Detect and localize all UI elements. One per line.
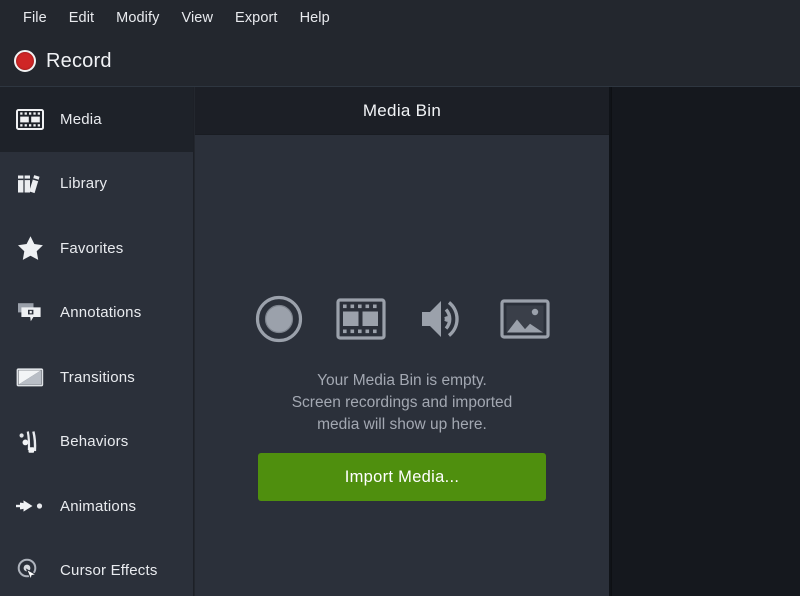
speech-bubble-icon	[14, 298, 46, 328]
sidebar-item-behaviors[interactable]: Behaviors	[0, 410, 193, 475]
sidebar-item-animations[interactable]: Animations	[0, 474, 193, 539]
sidebar-item-media-label: Media	[60, 110, 102, 128]
sidebar-item-favorites-label: Favorites	[60, 239, 124, 257]
film-strip-icon	[14, 104, 46, 134]
media-bin-panel: Media Bin Your Media Bin is empty. Scree…	[195, 87, 609, 596]
transition-icon	[14, 362, 46, 392]
behaviors-icon	[14, 427, 46, 457]
sidebar-item-library-label: Library	[60, 175, 108, 193]
sidebar-item-library[interactable]: Library	[0, 152, 193, 217]
record-circle-icon	[255, 295, 303, 343]
empty-state-line-2: Screen recordings and imported	[291, 394, 513, 411]
star-icon	[14, 233, 46, 263]
media-bin-header: Media Bin	[195, 87, 609, 135]
empty-state-icons	[255, 295, 550, 343]
empty-state-line-3: media will show up here.	[317, 416, 487, 433]
speaker-audio-icon	[419, 297, 467, 341]
menu-export[interactable]: Export	[224, 7, 289, 29]
sidebar-item-animations-label: Animations	[60, 497, 137, 515]
arrow-animate-icon	[14, 491, 46, 521]
sidebar-item-media[interactable]: Media	[0, 87, 193, 152]
cursor-ring-icon	[14, 556, 46, 586]
menu-bar: File Edit Modify View Export Help	[0, 0, 800, 36]
menu-file[interactable]: File	[12, 7, 58, 29]
image-picture-icon	[499, 298, 550, 340]
record-toolbar: Record	[0, 36, 800, 87]
sidebar-item-cursor-effects-label: Cursor Effects	[60, 562, 158, 580]
sidebar-item-behaviors-label: Behaviors	[60, 433, 129, 451]
sidebar-item-favorites[interactable]: Favorites	[0, 216, 193, 281]
app-window: File Edit Modify View Export Help Record	[0, 0, 800, 596]
sidebar-item-transitions[interactable]: Transitions	[0, 345, 193, 410]
sidebar-item-cursor-effects[interactable]: Cursor Effects	[0, 539, 193, 596]
empty-state-message: Your Media Bin is empty. Screen recordin…	[237, 370, 567, 436]
sidebar: Media Library Favorites Annotations Tran…	[0, 87, 194, 596]
sidebar-item-annotations-label: Annotations	[60, 304, 142, 322]
import-media-button[interactable]: Import Media...	[258, 453, 546, 501]
record-circle-icon	[14, 50, 36, 72]
sidebar-item-annotations[interactable]: Annotations	[0, 281, 193, 346]
preview-panel	[611, 87, 800, 596]
media-bin-empty-state: Your Media Bin is empty. Screen recordin…	[195, 135, 609, 596]
record-button[interactable]: Record	[12, 47, 120, 76]
media-bin-title: Media Bin	[362, 100, 442, 120]
menu-help[interactable]: Help	[289, 7, 341, 29]
sidebar-item-transitions-label: Transitions	[60, 368, 136, 386]
record-button-label: Record	[46, 49, 112, 72]
menu-modify[interactable]: Modify	[105, 7, 170, 29]
empty-state-line-1: Your Media Bin is empty.	[317, 372, 487, 389]
menu-edit[interactable]: Edit	[58, 7, 105, 29]
books-icon	[14, 169, 46, 199]
menu-view[interactable]: View	[170, 7, 224, 29]
film-strip-icon	[335, 298, 386, 340]
